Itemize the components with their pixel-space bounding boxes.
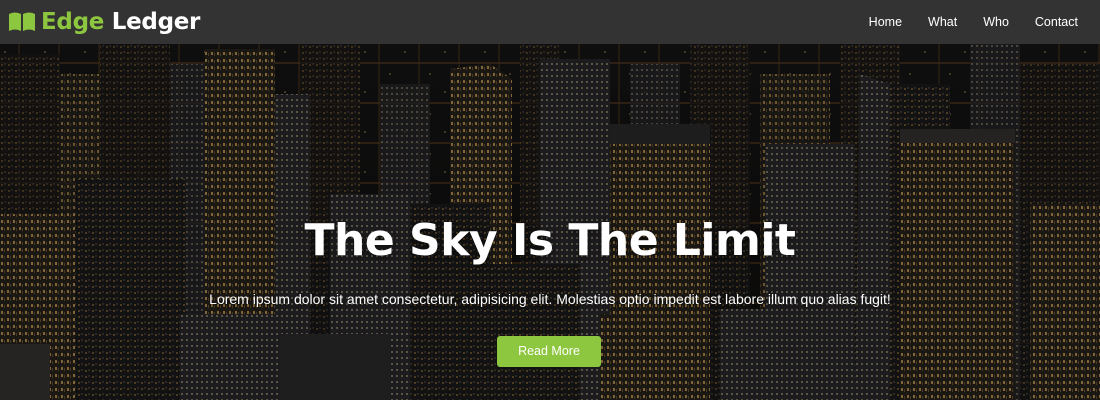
nav-link-home[interactable]: Home <box>856 15 915 29</box>
nav-link-what[interactable]: What <box>915 15 970 29</box>
brand-accent-word: Edge <box>41 9 105 35</box>
nav-links: Home What Who Contact <box>856 15 1078 29</box>
hero-section: The Sky Is The Limit Lorem ipsum dolor s… <box>0 44 1100 400</box>
hero-content: The Sky Is The Limit Lorem ipsum dolor s… <box>0 44 1100 400</box>
nav-link-who[interactable]: Who <box>970 15 1022 29</box>
open-book-icon <box>8 11 36 33</box>
brand-name: Edge Ledger <box>41 9 200 35</box>
top-navbar: Edge Ledger Home What Who Contact <box>0 0 1100 44</box>
read-more-button[interactable]: Read More <box>497 336 601 367</box>
brand-rest-word: Ledger <box>111 9 201 35</box>
nav-link-contact[interactable]: Contact <box>1022 15 1078 29</box>
brand-logo-link[interactable]: Edge Ledger <box>8 9 200 35</box>
hero-title: The Sky Is The Limit <box>304 215 796 266</box>
hero-subtitle: Lorem ipsum dolor sit amet consectetur, … <box>209 291 891 307</box>
